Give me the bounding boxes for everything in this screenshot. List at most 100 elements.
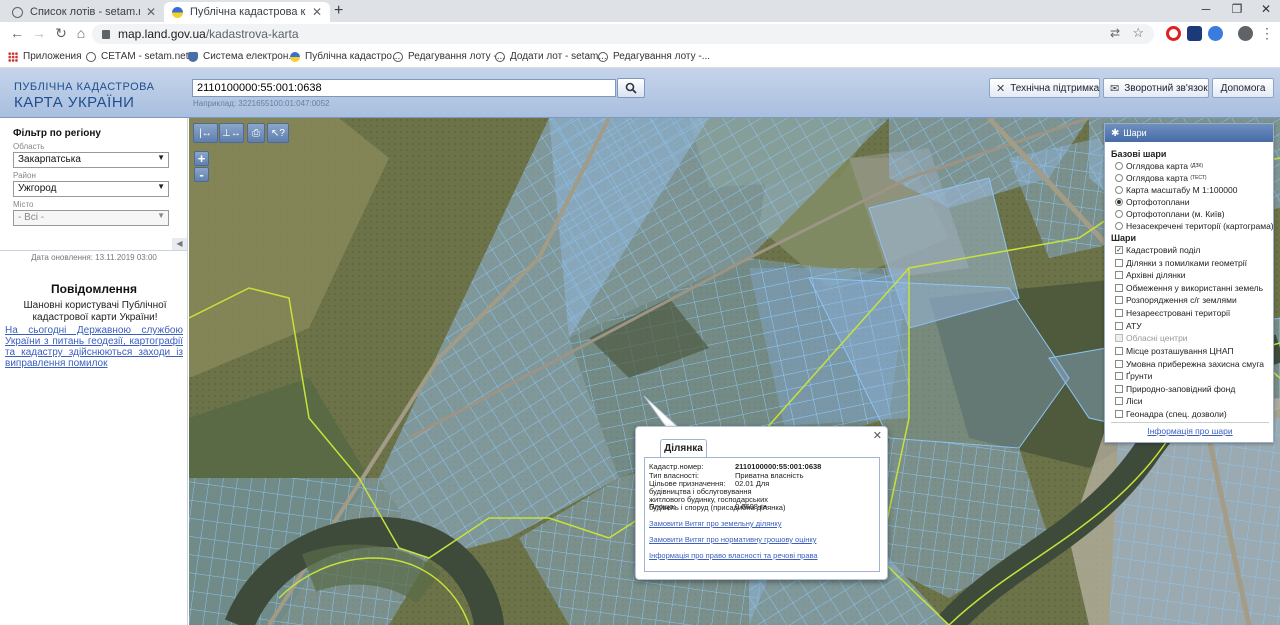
new-tab-button[interactable]: + (334, 3, 343, 19)
measure-distance-button[interactable]: |↔ (193, 123, 218, 143)
bookmark-item[interactable]: СЕТАМ - setam.net... (86, 51, 197, 62)
support-button[interactable]: ✕ Технічна підтримка (989, 78, 1100, 98)
profile-avatar[interactable] (1238, 26, 1253, 41)
close-icon[interactable]: ✕ (873, 429, 882, 442)
checkbox[interactable] (1115, 259, 1123, 267)
checkbox[interactable] (1115, 397, 1123, 405)
minimize-button[interactable]: ─ (1196, 2, 1216, 16)
help-button[interactable]: Допомога (1212, 78, 1274, 98)
home-icon[interactable]: ⌂ (72, 25, 90, 41)
layer-regional-centers: Обласні центри (1115, 333, 1188, 343)
layer-soils[interactable]: Ґрунти (1115, 371, 1152, 381)
layer-nature-reserve[interactable]: Природно-заповідний фонд (1115, 384, 1235, 394)
overlay-layers-title: Шари (1111, 233, 1137, 243)
base-layer-scale-map[interactable]: Карта масштабу М 1:100000 (1115, 185, 1237, 195)
checkbox[interactable] (1115, 284, 1123, 292)
radio-button[interactable] (1115, 222, 1123, 230)
checkbox[interactable] (1115, 360, 1123, 368)
measure-area-button[interactable]: ⊥↔ (219, 123, 244, 143)
order-land-extract-link[interactable]: Замовити Витяг про земельну ділянку (649, 519, 782, 528)
opera-extension-icon[interactable] (1166, 26, 1181, 41)
logo-line1[interactable]: ПУБЛІЧНА КАДАСТРОВА (14, 81, 154, 93)
extension-icon[interactable] (1187, 26, 1202, 41)
layer-forests[interactable]: Ліси (1115, 396, 1142, 406)
checkbox[interactable] (1115, 347, 1123, 355)
base-layer-overview-dzk[interactable]: Оглядова карта (ДЗК) (1115, 161, 1203, 171)
bookmark-item[interactable]: Редагування лоту -... (393, 51, 505, 62)
bookmark-label: Редагування лоту -... (613, 51, 711, 62)
checkbox[interactable] (1115, 322, 1123, 330)
collapse-panel-button[interactable]: ◀ (172, 238, 187, 250)
close-window-button[interactable]: ✕ (1256, 2, 1276, 16)
extension-icon[interactable] (1208, 26, 1223, 41)
bookmark-star-icon[interactable]: ☆ (1132, 25, 1144, 41)
checkbox[interactable] (1115, 309, 1123, 317)
layer-archive[interactable]: Архівні ділянки (1115, 270, 1185, 280)
radio-button[interactable] (1115, 174, 1123, 182)
address-bar[interactable]: map.land.gov.ua/kadastrova-karta ⇄ ☆ (92, 24, 1154, 44)
browser-tab-kadastr[interactable]: Публічна кадастрова карта Укр ✕ (164, 2, 330, 22)
layer-unregistered[interactable]: Незареєстровані території (1115, 308, 1230, 318)
menu-dots-icon[interactable]: ⋮ (1258, 25, 1276, 42)
translate-icon[interactable]: ⇄ (1110, 26, 1120, 40)
layers-info-link[interactable]: Інформація про шари (1105, 426, 1275, 436)
radio-button[interactable] (1115, 186, 1123, 194)
reload-icon[interactable]: ↻ (52, 25, 70, 42)
cadastral-search-input[interactable]: 2110100000:55:001:0638 (192, 79, 616, 97)
zoom-out-button[interactable]: - (194, 167, 209, 182)
ownership-info-link[interactable]: Інформація про право власності та речові… (649, 551, 818, 560)
layer-cnap[interactable]: Місце розташування ЦНАП (1115, 346, 1234, 356)
bookmark-item[interactable]: Система електрон... (188, 51, 297, 62)
base-layer-orthophoto[interactable]: Ортофотоплани (1115, 197, 1189, 207)
checkbox[interactable] (1115, 372, 1123, 380)
misto-select[interactable]: - Всі - ▼ (13, 210, 169, 226)
checkbox[interactable] (1115, 296, 1123, 304)
search-hint: Наприклад: 3221655100:01:047:0052 (193, 99, 330, 108)
layers-panel-header[interactable]: ✱ Шари (1105, 124, 1273, 142)
search-button[interactable] (617, 78, 645, 98)
close-tab-icon[interactable]: ✕ (312, 5, 322, 19)
identify-button[interactable]: ↖? (267, 123, 289, 143)
popup-tab-parcel[interactable]: Ділянка (660, 439, 707, 457)
radio-button[interactable] (1115, 162, 1123, 170)
layer-restrictions[interactable]: Обмеження у використанні земель (1115, 283, 1263, 293)
checkbox[interactable] (1115, 410, 1123, 418)
notice-link[interactable]: На сьогодні Державною службою України з … (5, 325, 183, 369)
checkbox-checked[interactable]: ✓ (1115, 246, 1123, 254)
layer-sup: (ДЗК) (1190, 163, 1204, 169)
close-tab-icon[interactable]: ✕ (146, 5, 156, 19)
back-icon[interactable]: ← (8, 25, 26, 41)
layer-label: Незасекречені території (картограма) (1126, 221, 1274, 231)
bookmark-item[interactable]: Публічна кадастро... (290, 51, 400, 62)
base-layer-unclassified[interactable]: Незасекречені території (картограма) (1115, 221, 1274, 231)
layer-label: Незареєстровані території (1126, 308, 1231, 318)
layer-subsoil[interactable]: Геонадра (спец. дозволи) (1115, 409, 1227, 419)
layer-geometry-errors[interactable]: Ділянки з помилками геометрії (1115, 258, 1247, 268)
layer-cadastral-division[interactable]: ✓ Кадастровий поділ (1115, 245, 1200, 255)
radio-button[interactable] (1115, 198, 1123, 206)
bookmark-apps[interactable]: Приложения (8, 51, 82, 62)
oblast-select[interactable]: Закарпатська ▼ (13, 152, 169, 168)
browser-tab-setam[interactable]: Список лотів - setam.net.ua ✕ (4, 2, 164, 22)
maximize-button[interactable]: ❐ (1227, 2, 1247, 16)
cadastral-number-value: 2110100000:55:001:0638 (735, 462, 822, 471)
dropdown-arrow-icon: ▼ (157, 153, 165, 162)
print-button[interactable]: ⎙ (247, 123, 265, 143)
radio-button[interactable] (1115, 210, 1123, 218)
base-layer-orthophoto-kyiv[interactable]: Ортофотоплани (м. Київ) (1115, 209, 1225, 219)
base-layer-overview-test[interactable]: Оглядова карта (ТЕСТ) (1115, 173, 1207, 183)
logo-line2[interactable]: КАРТА УКРАЇНИ (14, 94, 134, 111)
layer-agri-disposal[interactable]: Розпорядження с/г землями (1115, 295, 1237, 305)
zoom-in-button[interactable]: + (194, 151, 209, 166)
layer-shore-strip[interactable]: Умовна прибережна захисна смуга (1115, 359, 1264, 369)
raion-select[interactable]: Ужгород ▼ (13, 181, 169, 197)
checkbox[interactable] (1115, 385, 1123, 393)
feedback-button[interactable]: ✉ Зворотний зв'язок (1103, 78, 1209, 98)
forward-icon[interactable]: → (30, 25, 48, 41)
support-label: Технічна підтримка (1010, 82, 1100, 94)
bookmark-item[interactable]: Редагування лоту -... (598, 51, 710, 62)
bookmark-item[interactable]: Додати лот - setam... (495, 51, 607, 62)
order-valuation-extract-link[interactable]: Замовити Витяг про нормативну грошову оц… (649, 535, 816, 544)
layer-atu[interactable]: АТУ (1115, 321, 1142, 331)
checkbox[interactable] (1115, 271, 1123, 279)
